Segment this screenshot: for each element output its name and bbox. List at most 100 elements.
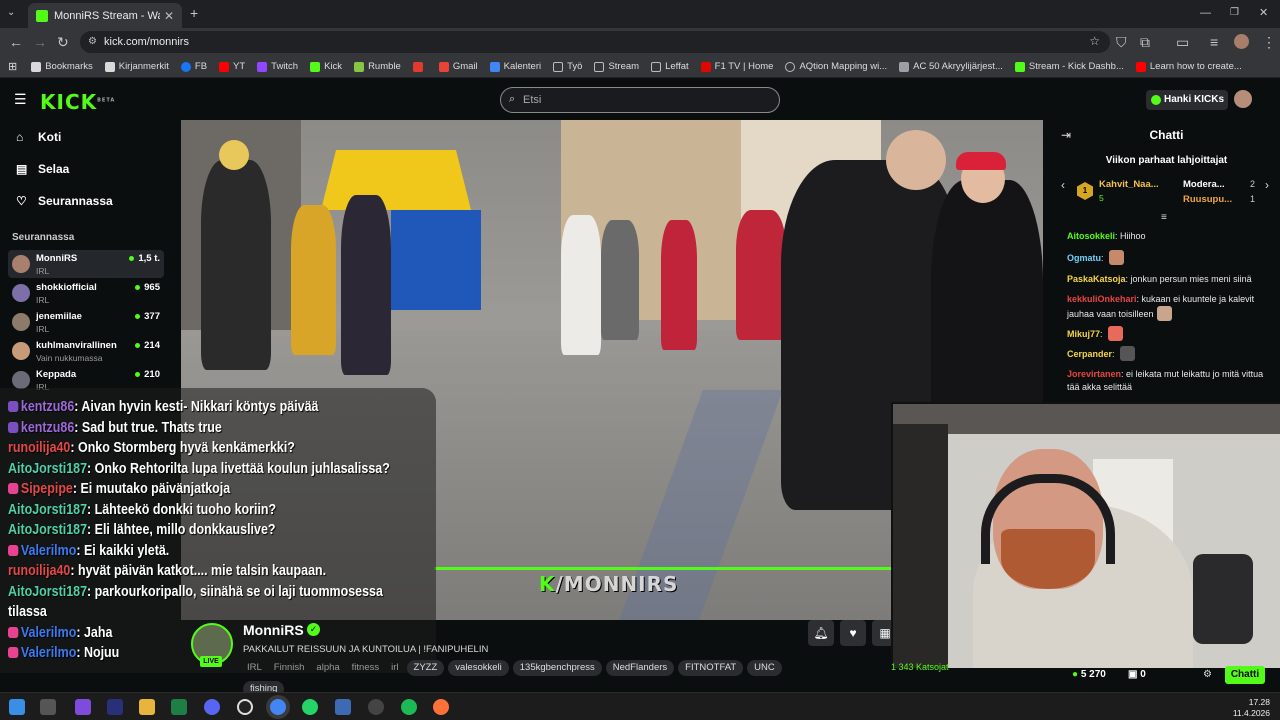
stream-tag[interactable]: ZYZZ <box>406 660 445 676</box>
chat-message: Jorevirtanen: ei leikata mut leikattu jo… <box>1067 368 1272 394</box>
search-input[interactable]: ⌕ Etsi <box>500 87 780 113</box>
following-channel[interactable]: kuhlmanvirallinen Vain nukkumassa 214 <box>8 337 164 365</box>
spotify-icon[interactable] <box>401 699 417 715</box>
following-channel[interactable]: jenemiilae IRL 377 <box>8 308 164 336</box>
bookmark-item[interactable]: Gmail <box>438 61 478 72</box>
bookmark-item[interactable]: Stream - Kick Dashb... <box>1014 61 1124 72</box>
user-avatar[interactable] <box>1234 90 1252 108</box>
new-tab-button[interactable]: + <box>190 5 198 21</box>
gifter-name[interactable]: Ruusupu... <box>1183 194 1232 205</box>
bookmark-item[interactable]: Rumble <box>354 61 401 72</box>
bookmark-item[interactable]: Bookmarks <box>31 61 93 72</box>
minimize-button[interactable]: — <box>1200 5 1211 21</box>
close-window-button[interactable]: ✕ <box>1259 5 1268 21</box>
hamburger-menu-icon[interactable]: ☰ <box>14 91 27 108</box>
bookmark-item[interactable]: FB <box>180 61 207 72</box>
media-icon[interactable]: ≡ <box>1210 34 1218 50</box>
bookmark-item[interactable]: Kirjanmerkit <box>104 61 169 72</box>
bookmark-star-icon[interactable]: ☆ <box>1089 34 1100 48</box>
address-bar[interactable]: ⚙ kick.com/monnirs ☆ <box>80 31 1110 53</box>
bookmark-item[interactable]: AQtion Mapping wi... <box>785 61 887 72</box>
browser-tab[interactable]: MonniRS Stream - Watch Li ✕ <box>28 3 182 28</box>
chevron-right-icon[interactable]: › <box>1265 178 1269 192</box>
forward-icon[interactable]: → <box>33 34 47 50</box>
reload-icon[interactable]: ↻ <box>57 34 69 50</box>
close-tab-icon[interactable]: ✕ <box>164 9 174 23</box>
chat-username[interactable]: Mikuj77 <box>1067 329 1100 339</box>
chat-username[interactable]: Jorevirtanen <box>1067 369 1121 379</box>
category-tag[interactable]: alpha <box>312 660 343 676</box>
bookmark-item[interactable]: Leffat <box>651 61 689 72</box>
kick-logo[interactable]: KICKBETA <box>40 90 115 114</box>
get-kicks-button[interactable]: Hanki KICKs <box>1146 90 1228 110</box>
sidebar-item-home[interactable]: ⌂ Koti <box>16 130 61 144</box>
extensions-icon[interactable]: ⧉ <box>1140 34 1150 50</box>
bookmark-item[interactable]: AC 50 Akryylijärjest... <box>899 61 1003 72</box>
bookmark-item[interactable]: Kalenteri <box>489 61 541 72</box>
stream-tag[interactable]: FITNOTFAT <box>678 660 744 676</box>
chat-username[interactable]: PaskaKatsoja <box>1067 274 1126 284</box>
expand-icon[interactable]: ≡ <box>1161 212 1167 223</box>
follow-heart-button[interactable]: ♥ <box>840 620 866 646</box>
menu-icon[interactable]: ⋮ <box>1262 34 1276 50</box>
site-info-icon[interactable]: ⚙ <box>88 36 97 47</box>
apps-grid-icon[interactable]: ⊞ <box>8 60 17 73</box>
app-icon[interactable] <box>107 699 123 715</box>
chevron-left-icon[interactable]: ‹ <box>1061 178 1065 192</box>
bookmark-item[interactable]: F1 TV | Home <box>700 61 773 72</box>
shield-icon[interactable]: ⛉ <box>1116 34 1127 50</box>
app-icon[interactable] <box>368 699 384 715</box>
chat-username: kentzu86 <box>20 419 75 436</box>
whatsapp-icon[interactable] <box>302 699 318 715</box>
tab-list-button[interactable]: ⌄ <box>7 5 15 21</box>
app-icon[interactable] <box>171 699 187 715</box>
following-channel[interactable]: MonniRS IRL 1,5 t. <box>8 250 164 278</box>
bookmark-item[interactable]: Twitch <box>257 61 298 72</box>
stream-tag[interactable]: valesokkeli <box>448 660 509 676</box>
maximize-button[interactable]: ❐ <box>1230 5 1239 21</box>
sidebar-item-browse[interactable]: ▤ Selaa <box>16 162 69 176</box>
bookmark-item[interactable]: YT <box>219 61 245 72</box>
chat-settings-icon[interactable]: ⚙ <box>1203 669 1212 680</box>
category-tag[interactable]: Finnish <box>270 660 309 676</box>
bookmark-item[interactable]: Stream <box>594 61 639 72</box>
stream-tag[interactable]: 135kgbenchpress <box>512 660 602 676</box>
category-tag[interactable]: irl <box>387 660 402 676</box>
bookmark-item[interactable]: Työ <box>553 61 582 72</box>
gifter-name[interactable]: Kahvit_Naa... <box>1099 179 1159 190</box>
notification-bell-button[interactable]: 🔔︎ <box>808 620 834 646</box>
cast-icon[interactable]: ▭ <box>1176 34 1189 50</box>
profile-avatar[interactable] <box>1234 34 1249 49</box>
category-tag[interactable]: fitness <box>348 660 383 676</box>
system-clock[interactable]: 17.28 11.4.2026 <box>1233 697 1270 719</box>
site-header: ☰ KICKBETA ⌕ Etsi Hanki KICKs <box>0 78 1280 122</box>
app-icon[interactable] <box>75 699 91 715</box>
task-view-icon[interactable] <box>40 699 56 715</box>
chrome-icon[interactable] <box>270 699 286 715</box>
back-icon[interactable]: ← <box>9 34 23 50</box>
overlay-chat-line: AitoJorsti187: Lähteekö donkki tuoho kor… <box>8 501 276 519</box>
bookmark-item[interactable]: Kick <box>310 61 342 72</box>
app-icon[interactable] <box>204 699 220 715</box>
bookmark-item[interactable] <box>412 61 427 72</box>
app-icon[interactable] <box>237 699 253 715</box>
viewer-count: 214 <box>135 340 160 351</box>
streamer-name[interactable]: MonniRS <box>243 622 304 638</box>
bookmark-item[interactable]: Learn how to create... <box>1135 61 1242 72</box>
chat-username[interactable]: Cerpander <box>1067 349 1112 359</box>
following-channel[interactable]: shokkiofficial IRL 965 <box>8 279 164 307</box>
chat-username[interactable]: kekkuliOnkehari <box>1067 294 1137 304</box>
windows-start-icon[interactable] <box>9 699 25 715</box>
stream-tag[interactable]: NedFlanders <box>605 660 675 676</box>
channel-category: IRL <box>36 295 50 305</box>
app-icon[interactable] <box>335 699 351 715</box>
gifter-name[interactable]: Modera... <box>1183 179 1225 190</box>
firefox-icon[interactable] <box>433 699 449 715</box>
stream-tag[interactable]: UNC <box>747 660 782 676</box>
category-tag[interactable]: IRL <box>243 660 266 676</box>
chat-username[interactable]: Ogmatu <box>1067 253 1101 263</box>
file-explorer-icon[interactable] <box>139 699 155 715</box>
send-chat-button[interactable]: Chatti <box>1225 666 1265 684</box>
chat-username[interactable]: Aitosokkeli <box>1067 231 1115 241</box>
sidebar-item-following[interactable]: ♡ Seurannassa <box>16 194 113 208</box>
